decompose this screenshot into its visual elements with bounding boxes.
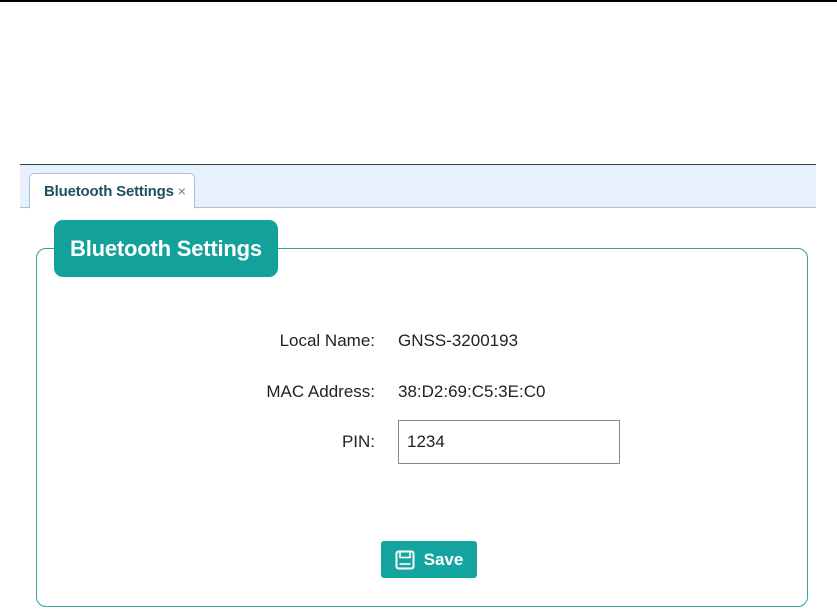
bluetooth-settings-app: Bluetooth Settings × Bluetooth Settings … [20, 164, 816, 614]
save-button-label: Save [423, 549, 464, 569]
tab-bar: Bluetooth Settings × [20, 164, 816, 209]
top-divider [0, 0, 837, 2]
local-name-label: Local Name: [279, 331, 375, 350]
tab-bluetooth-settings[interactable]: Bluetooth Settings × [29, 173, 195, 209]
floppy-disk-icon [395, 550, 415, 569]
tab-label: Bluetooth Settings [44, 182, 174, 200]
pin-label: PIN: [341, 432, 375, 451]
panel-title: Bluetooth Settings [54, 220, 278, 277]
mac-address-label: MAC Address: [266, 382, 375, 401]
local-name-value: GNSS-3200193 [398, 331, 519, 350]
mac-address-value: 38:D2:69:C5:3E:C0 [398, 382, 546, 401]
pin-input[interactable] [398, 420, 620, 464]
close-icon[interactable]: × [178, 184, 186, 198]
save-button[interactable]: Save [381, 541, 477, 578]
